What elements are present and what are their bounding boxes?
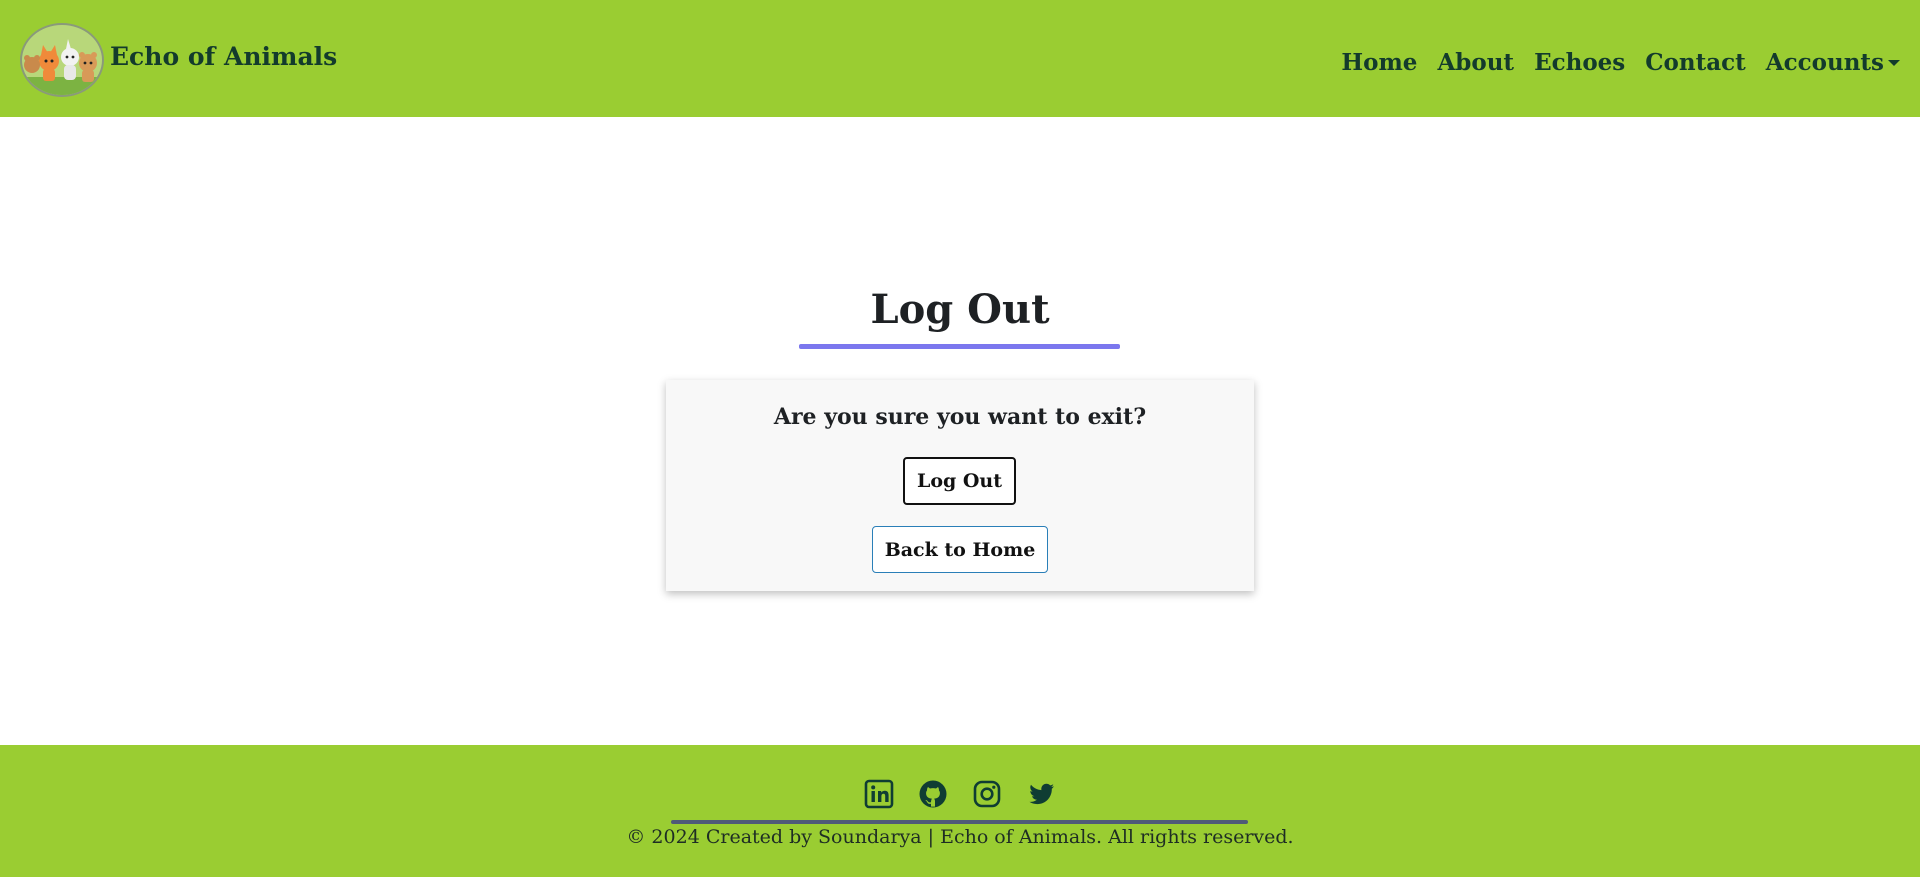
caret-down-icon xyxy=(1888,60,1900,66)
twitter-icon[interactable] xyxy=(1026,779,1056,809)
nav-accounts-label: Accounts xyxy=(1765,49,1884,76)
nav-accounts-dropdown[interactable]: Accounts xyxy=(1766,49,1900,76)
instagram-icon[interactable] xyxy=(972,779,1002,809)
copyright-text: © 2024 Created by Soundarya | Echo of An… xyxy=(626,826,1294,848)
title-underline xyxy=(799,344,1120,349)
logout-button[interactable]: Log Out xyxy=(903,457,1016,505)
animals-logo-icon xyxy=(20,22,104,97)
page-title-wrap: Log Out xyxy=(0,282,1920,338)
brand-name: Echo of Animals xyxy=(110,42,338,71)
brand-link[interactable]: Echo of Animals xyxy=(20,21,337,97)
github-icon[interactable] xyxy=(918,779,948,809)
nav-home-link[interactable]: Home xyxy=(1341,49,1417,76)
footer: © 2024 Created by Soundarya | Echo of An… xyxy=(0,745,1920,877)
nav-echoes-link[interactable]: Echoes xyxy=(1534,49,1625,76)
logout-question: Are you sure you want to exit? xyxy=(773,404,1147,430)
social-links xyxy=(864,779,1056,809)
logout-card: Are you sure you want to exit? Log Out B… xyxy=(666,380,1254,591)
footer-divider xyxy=(671,820,1248,824)
nav-menu: Home About Echoes Contact Accounts xyxy=(1341,49,1900,76)
page-title: Log Out xyxy=(870,286,1050,333)
nav-contact-link[interactable]: Contact xyxy=(1645,49,1746,76)
linkedin-icon[interactable] xyxy=(864,779,894,809)
back-to-home-button[interactable]: Back to Home xyxy=(872,526,1048,573)
navbar: Echo of Animals Home About Echoes Contac… xyxy=(0,0,1920,117)
nav-about-link[interactable]: About xyxy=(1437,49,1514,76)
